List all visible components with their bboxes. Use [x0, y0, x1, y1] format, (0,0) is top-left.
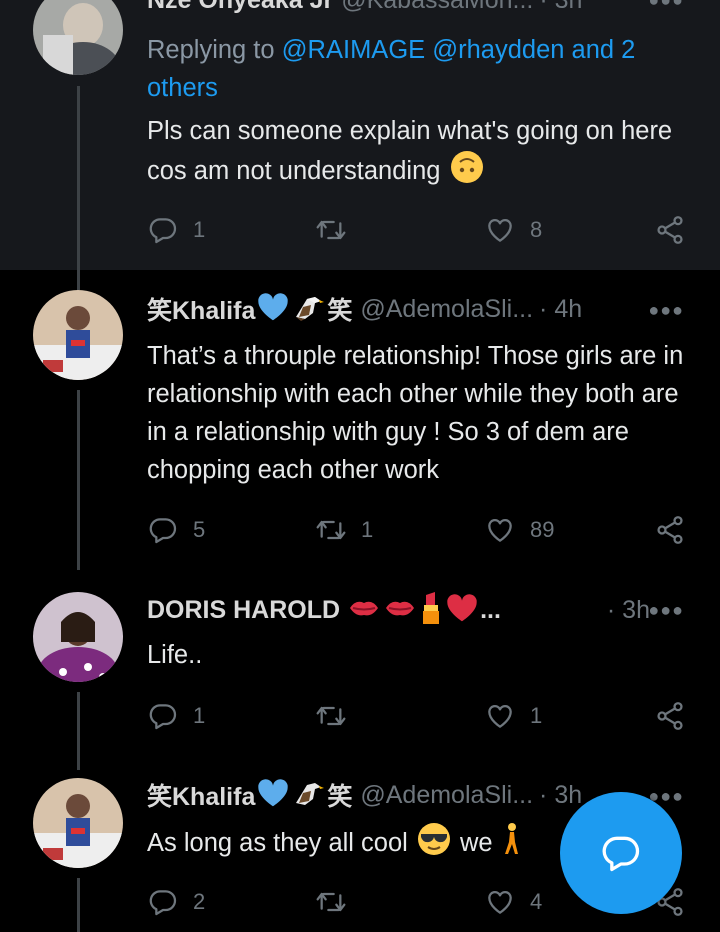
lipstick-icon: [420, 591, 442, 630]
author-name-suffix: 笑: [327, 297, 353, 325]
like-button[interactable]: 8: [484, 212, 542, 248]
like-count: 4: [530, 889, 543, 914]
reply-icon: [147, 700, 179, 732]
retweet-button[interactable]: 1: [315, 512, 373, 548]
like-count: 89: [530, 517, 555, 542]
heart-icon: [484, 886, 516, 918]
tweet-text-content: As long as they all cool: [147, 829, 408, 858]
tweet-header: Nze Onyeaka Jr @KabassaMon... · 3h: [147, 0, 700, 20]
more-icon[interactable]: ●●●: [648, 300, 684, 321]
like-button[interactable]: 4: [484, 884, 542, 920]
avatar[interactable]: [33, 592, 123, 682]
walking-person-emoji-icon: [502, 822, 520, 867]
share-button[interactable]: [654, 212, 686, 248]
sunglasses-face-emoji-icon: [417, 822, 451, 867]
timestamp[interactable]: · 3h: [539, 0, 582, 15]
red-heart-icon: [446, 593, 478, 628]
share-icon: [654, 514, 686, 546]
reply-button[interactable]: 1: [147, 698, 205, 734]
author-name[interactable]: Nze Onyeaka Jr: [147, 0, 333, 15]
retweet-icon: [315, 886, 347, 918]
tweet-header: DORIS HAROLD ... · 3h: [147, 590, 700, 630]
tweet-actions: 1 8: [147, 212, 692, 248]
thread-line: [77, 878, 80, 932]
avatar[interactable]: [33, 290, 123, 380]
avatar[interactable]: [33, 0, 123, 75]
tweet-text-content-2: we: [460, 829, 500, 858]
compose-reply-icon: [602, 836, 640, 872]
tweet-text: Pls can someone explain what's going on …: [147, 112, 690, 195]
tweet-3[interactable]: DORIS HAROLD ... · 3h ●●● Life.. 1 1: [0, 570, 720, 770]
retweet-button[interactable]: [315, 698, 361, 734]
thread-line: [77, 86, 80, 270]
thread-line: [77, 692, 80, 770]
retweet-icon: [315, 214, 347, 246]
replying-to-label: Replying to: [147, 36, 282, 64]
kiss-mark-icon: [348, 597, 380, 624]
author-handle[interactable]: @AdemolaSli...: [360, 295, 533, 324]
timestamp[interactable]: · 3h: [539, 781, 582, 810]
blue-heart-icon: [257, 778, 289, 813]
more-icon[interactable]: ●●●: [648, 600, 684, 621]
tweet-text: Life..: [147, 641, 203, 669]
upside-down-face-emoji-icon: [450, 150, 484, 195]
author-handle[interactable]: @AdemolaSli...: [360, 781, 533, 810]
tweet-header: 笑Khalifa 笑 @AdemolaSli... · 4h: [147, 289, 700, 329]
reply-count: 1: [193, 703, 206, 728]
heart-icon: [484, 514, 516, 546]
retweet-icon: [315, 514, 347, 546]
retweet-icon: [315, 700, 347, 732]
eagle-icon: [293, 777, 325, 814]
blue-heart-icon: [257, 292, 289, 327]
author-name-suffix: 笑: [327, 783, 353, 811]
tweet-actions: 5 1 89: [147, 512, 692, 548]
thread-line: [77, 270, 80, 290]
timestamp[interactable]: · 3h: [607, 596, 650, 625]
like-count: 1: [530, 703, 543, 728]
like-button[interactable]: 89: [484, 512, 554, 548]
tweet-1[interactable]: Nze Onyeaka Jr @KabassaMon... · 3h ●●● R…: [0, 0, 720, 270]
replying-to: Replying to @RAIMAGE @rhaydden and 2 oth…: [147, 31, 690, 107]
timestamp[interactable]: · 4h: [539, 295, 582, 324]
reply-icon: [147, 514, 179, 546]
kiss-mark-icon: [384, 597, 416, 624]
author-name[interactable]: 笑Khalifa: [147, 777, 255, 813]
reply-count: 2: [193, 889, 206, 914]
reply-button[interactable]: 2: [147, 884, 205, 920]
thread-line: [77, 390, 80, 570]
reply-icon: [147, 214, 179, 246]
like-count: 8: [530, 217, 543, 242]
author-handle[interactable]: @KabassaMon...: [341, 0, 533, 15]
author-name-suffix: ...: [480, 595, 501, 624]
eagle-icon: [293, 291, 325, 328]
author-name[interactable]: 笑Khalifa: [147, 291, 255, 327]
more-icon[interactable]: ●●●: [648, 0, 684, 11]
reply-button[interactable]: 1: [147, 212, 205, 248]
tweet-text: That’s a throuple relationship! Those gi…: [147, 342, 684, 484]
reply-count: 5: [193, 517, 206, 542]
reply-count: 1: [193, 217, 206, 242]
retweet-button[interactable]: [315, 884, 361, 920]
reply-icon: [147, 886, 179, 918]
like-button[interactable]: 1: [484, 698, 542, 734]
compose-reply-button[interactable]: [560, 792, 682, 914]
tweet-text-content: Pls can someone explain what's going on …: [147, 117, 673, 186]
reply-button[interactable]: 5: [147, 512, 205, 548]
heart-icon: [484, 214, 516, 246]
share-button[interactable]: [654, 698, 686, 734]
retweet-button[interactable]: [315, 212, 361, 248]
tweet-2[interactable]: 笑Khalifa 笑 @AdemolaSli... · 4h ●●● That’…: [0, 270, 720, 570]
share-icon: [654, 214, 686, 246]
retweet-count: 1: [361, 517, 374, 542]
share-button[interactable]: [654, 512, 686, 548]
author-name[interactable]: DORIS HAROLD: [147, 596, 340, 625]
tweet-actions: 1 1: [147, 698, 692, 734]
avatar[interactable]: [33, 778, 123, 868]
share-icon: [654, 700, 686, 732]
heart-icon: [484, 700, 516, 732]
